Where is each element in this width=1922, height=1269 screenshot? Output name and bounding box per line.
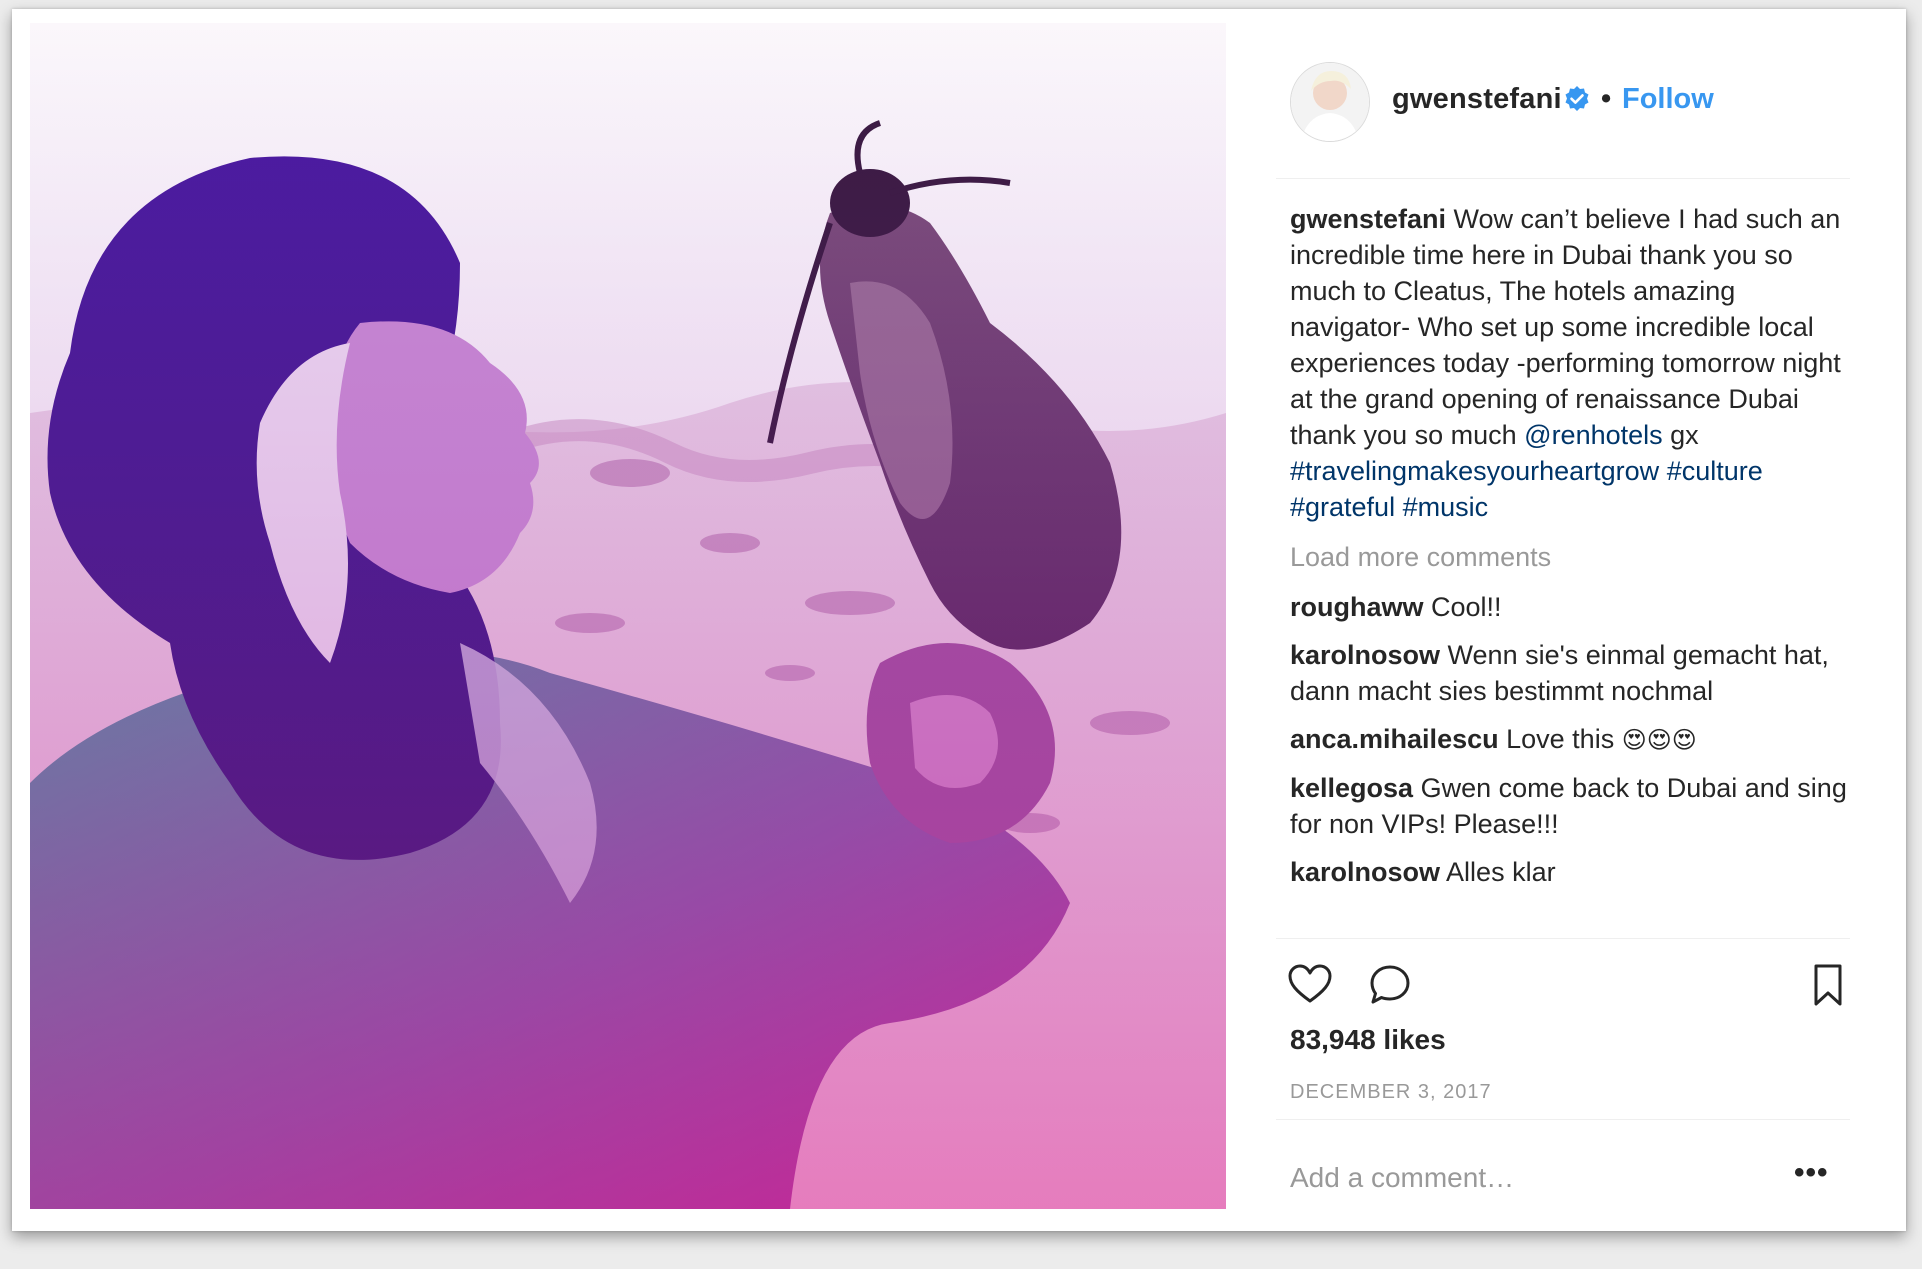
heart-eyes-emoji: 😍😍😍 bbox=[1621, 726, 1697, 754]
comment-item: karolnosow Wenn sie's einmal gemacht hat… bbox=[1290, 637, 1850, 709]
comment-text: Alles klar bbox=[1446, 857, 1556, 887]
avatar[interactable] bbox=[1290, 62, 1370, 142]
comment-username[interactable]: karolnosow bbox=[1290, 640, 1440, 670]
caption-mention[interactable]: @renhotels bbox=[1524, 420, 1662, 450]
comment-username[interactable]: anca.mihailescu bbox=[1290, 724, 1499, 754]
comments-list: gwenstefani Wow can’t believe I had such… bbox=[1290, 201, 1850, 902]
add-comment-input[interactable] bbox=[1290, 1162, 1770, 1194]
header-username[interactable]: gwenstefani bbox=[1392, 83, 1562, 116]
post-date: DECEMBER 3, 2017 bbox=[1290, 1081, 1492, 1103]
bookmark-icon[interactable] bbox=[1804, 961, 1852, 1009]
verified-icon bbox=[1565, 86, 1589, 111]
post-card: gwenstefani • Follow gwenstefani Wow can… bbox=[12, 9, 1906, 1231]
load-more-comments-button[interactable]: Load more comments bbox=[1290, 539, 1850, 575]
likes-count[interactable]: 83,948 likes bbox=[1290, 1024, 1446, 1056]
comment-username[interactable]: kellegosa bbox=[1290, 773, 1413, 803]
follow-button[interactable]: Follow bbox=[1622, 83, 1714, 116]
caption: gwenstefani Wow can’t believe I had such… bbox=[1290, 201, 1850, 525]
post-photo[interactable] bbox=[30, 23, 1226, 1209]
hashtag-link[interactable]: #culture bbox=[1667, 456, 1763, 486]
comment-item: kellegosa Gwen come back to Dubai and si… bbox=[1290, 770, 1850, 842]
hashtag-link[interactable]: #music bbox=[1403, 492, 1489, 522]
comment-icon[interactable] bbox=[1366, 961, 1414, 1009]
falconry-photo bbox=[30, 23, 1226, 1209]
caption-text: Wow can’t believe I had such an incredib… bbox=[1290, 204, 1841, 450]
post-side-panel: gwenstefani • Follow gwenstefani Wow can… bbox=[1276, 23, 1850, 1209]
comment-text: Love this bbox=[1506, 724, 1615, 754]
hashtag-link[interactable]: #grateful bbox=[1290, 492, 1395, 522]
comment-username[interactable]: karolnosow bbox=[1290, 857, 1440, 887]
hashtag-link[interactable]: #travelingmakesyourheartgrow bbox=[1290, 456, 1659, 486]
heart-icon[interactable] bbox=[1286, 961, 1334, 1009]
comment-item: roughaww Cool!! bbox=[1290, 589, 1850, 625]
post-header: gwenstefani • Follow bbox=[1276, 23, 1850, 179]
add-comment-row: ••• bbox=[1276, 1119, 1850, 1210]
comment-item: karolnosow Alles klar bbox=[1290, 854, 1850, 890]
caption-signoff: gx bbox=[1670, 420, 1699, 450]
caption-username[interactable]: gwenstefani bbox=[1290, 204, 1446, 234]
more-options-button[interactable]: ••• bbox=[1794, 1156, 1829, 1190]
comment-text: Cool!! bbox=[1431, 592, 1502, 622]
comment-item: anca.mihailescu Love this 😍😍😍 bbox=[1290, 721, 1850, 758]
action-bar bbox=[1276, 938, 1850, 1006]
comment-username[interactable]: roughaww bbox=[1290, 592, 1424, 622]
avatar-image bbox=[1291, 63, 1369, 141]
separator-dot: • bbox=[1601, 83, 1612, 115]
